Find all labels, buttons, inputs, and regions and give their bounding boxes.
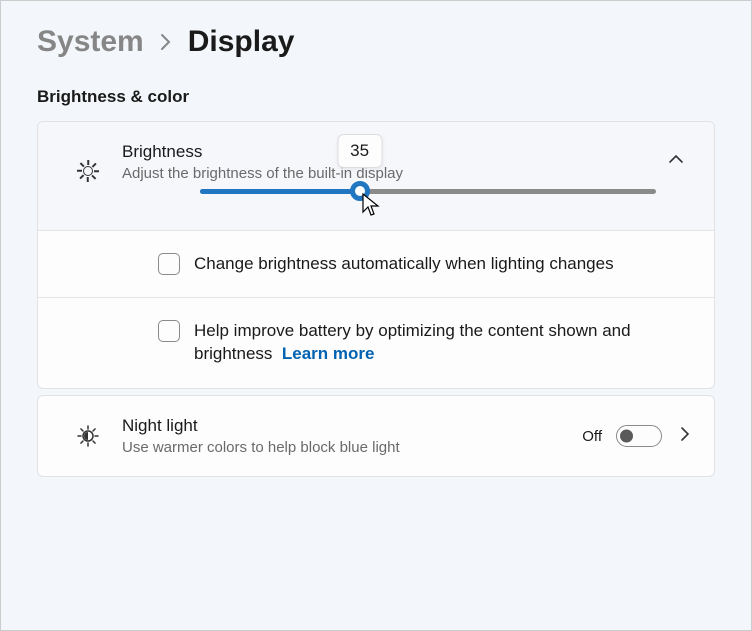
sun-icon (77, 160, 99, 182)
brightness-icon-col (54, 140, 122, 182)
slider-track[interactable] (200, 189, 656, 194)
auto-brightness-checkbox[interactable] (158, 253, 180, 275)
brightness-value-tooltip: 35 (337, 134, 382, 168)
chevron-right-icon[interactable] (676, 426, 694, 447)
breadcrumb-system[interactable]: System (37, 25, 144, 59)
auto-brightness-label: Change brightness automatically when lig… (194, 253, 614, 276)
section-heading-brightness-color: Brightness & color (37, 87, 715, 107)
optimize-brightness-checkbox[interactable] (158, 320, 180, 342)
chevron-right-icon (160, 27, 172, 58)
night-light-content: Night light Use warmer colors to help bl… (122, 414, 582, 458)
breadcrumb-display: Display (188, 25, 295, 59)
auto-brightness-row[interactable]: Change brightness automatically when lig… (38, 230, 714, 298)
learn-more-link[interactable]: Learn more (282, 344, 375, 363)
night-light-toggle[interactable] (616, 425, 662, 447)
optimize-brightness-text: Help improve battery by optimizing the c… (194, 321, 631, 363)
night-light-controls: Off (582, 425, 694, 447)
brightness-slider[interactable]: 35 (200, 189, 656, 194)
slider-thumb[interactable] (350, 181, 370, 201)
night-light-state-label: Off (582, 428, 602, 445)
brightness-title: Brightness (122, 142, 658, 162)
brightness-row[interactable]: Brightness Adjust the brightness of the … (38, 122, 714, 230)
night-light-row[interactable]: Night light Use warmer colors to help bl… (38, 396, 714, 476)
brightness-content: Brightness Adjust the brightness of the … (122, 140, 658, 184)
brightness-description: Adjust the brightness of the built-in di… (122, 164, 658, 184)
night-light-title: Night light (122, 416, 582, 436)
night-light-icon-col (54, 424, 122, 448)
brightness-card-group: Brightness Adjust the brightness of the … (37, 121, 715, 389)
optimize-brightness-row[interactable]: Help improve battery by optimizing the c… (38, 297, 714, 388)
slider-fill (200, 189, 360, 194)
night-light-description: Use warmer colors to help block blue lig… (122, 438, 582, 458)
night-light-icon (76, 424, 100, 448)
chevron-up-icon[interactable] (658, 140, 694, 164)
night-light-card[interactable]: Night light Use warmer colors to help bl… (37, 395, 715, 477)
optimize-brightness-label: Help improve battery by optimizing the c… (194, 320, 694, 366)
breadcrumb: System Display (37, 25, 715, 59)
